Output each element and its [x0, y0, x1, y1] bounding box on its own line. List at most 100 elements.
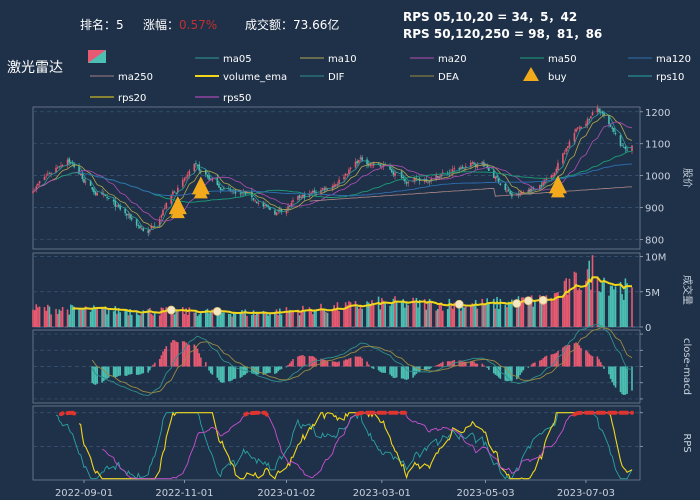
- volume-bar: [320, 303, 322, 327]
- macd-histogram-bar: [483, 365, 485, 367]
- macd-histogram-bar: [578, 345, 581, 367]
- volume-bar: [228, 313, 230, 327]
- macd-panel: close-macd: [32, 323, 692, 404]
- macd-histogram-bar: [102, 366, 105, 382]
- macd-histogram-bar: [219, 366, 222, 383]
- macd-histogram-bar: [298, 355, 301, 367]
- volume-ytick-label: 5M: [645, 288, 660, 299]
- stock-chart: 排名：5 涨幅：0.57% 成交额：73.66亿 RPS 05,10,20 = …: [7, 10, 694, 499]
- candle-body: [609, 124, 612, 127]
- macd-histogram-bar: [211, 366, 214, 375]
- macd-histogram-bar: [381, 366, 383, 373]
- macd-histogram-bar: [598, 359, 600, 367]
- macd-histogram-bar: [160, 355, 163, 367]
- macd-histogram-bar: [274, 366, 276, 374]
- candle-body: [596, 107, 599, 113]
- candle-body: [102, 194, 105, 196]
- candle-body: [321, 188, 324, 190]
- legend: ma05 ma10 ma20 ma50 ma120 ma250 volume_ema DIF D…: [88, 50, 691, 104]
- candle-body: [371, 164, 373, 166]
- candle-body: [288, 206, 291, 208]
- candle-body: [239, 192, 242, 194]
- macd-histogram-bar: [162, 351, 164, 367]
- candle-body: [458, 168, 461, 170]
- macd-histogram-bar: [241, 366, 243, 377]
- volume-bar: [315, 309, 317, 327]
- volume-bar: [66, 309, 69, 327]
- volume-highlight-dot: [523, 296, 533, 306]
- macd-histogram-bar: [608, 366, 610, 375]
- macd-histogram-bar: [527, 366, 530, 368]
- volume-bar: [404, 307, 406, 327]
- volume-bar: [586, 269, 589, 327]
- candle-body: [60, 165, 62, 167]
- volume-bar: [563, 280, 566, 327]
- volume-bar: [173, 314, 176, 327]
- candle-body: [107, 197, 110, 199]
- x-tick-label: 2023-01-02: [257, 488, 315, 499]
- macd-histogram-bar: [177, 342, 179, 367]
- macd-histogram-bar: [520, 366, 523, 373]
- candle-body: [578, 127, 581, 129]
- macd-histogram-bar: [613, 366, 615, 386]
- macd-histogram-bar: [275, 366, 278, 374]
- volume-bar: [117, 308, 120, 327]
- macd-histogram-bar: [346, 359, 349, 367]
- candle-body: [135, 219, 138, 226]
- volume-bar: [326, 312, 329, 327]
- volume-bar: [405, 302, 408, 327]
- macd-histogram-bar: [481, 363, 484, 367]
- volume-bar: [274, 311, 276, 327]
- volume-bar: [290, 310, 293, 327]
- rps-strong-marker: [578, 410, 583, 415]
- volume-bar: [298, 315, 301, 327]
- rps-strong-marker: [394, 410, 399, 415]
- volume-bar: [195, 311, 197, 327]
- volume-bar: [153, 312, 156, 327]
- volume-bar: [471, 303, 474, 327]
- volume-bar: [573, 271, 576, 327]
- legend-label-ma250: ma250: [118, 72, 153, 83]
- volume-bar: [379, 309, 382, 327]
- macd-histogram-bar: [310, 356, 312, 367]
- candle-body: [61, 165, 64, 166]
- macd-histogram-bar: [619, 366, 622, 393]
- macd-histogram-bar: [576, 343, 579, 367]
- candle-body: [137, 225, 140, 227]
- macd-histogram-bar: [580, 347, 582, 367]
- ma20-line: [32, 121, 633, 222]
- macd-histogram-bar: [390, 366, 393, 377]
- candle-body: [471, 162, 474, 164]
- price-ytick-label: 800: [645, 235, 664, 246]
- candle-body: [48, 173, 51, 174]
- volume-bar: [598, 291, 600, 327]
- candle-body: [153, 225, 156, 227]
- macd-histogram-bar: [107, 366, 110, 378]
- macd-histogram-bar: [170, 342, 173, 367]
- rps-strong-marker: [602, 410, 607, 415]
- candle-body: [160, 215, 163, 218]
- price-ytick-label: 1200: [645, 108, 670, 119]
- legend-label-volume_ema: volume_ema: [223, 72, 287, 83]
- candle-body: [186, 174, 189, 177]
- candle-body: [162, 209, 164, 216]
- macd-histogram-bar: [392, 366, 395, 378]
- macd-histogram-bar: [601, 365, 604, 367]
- volume-bar: [389, 305, 391, 327]
- price-ytick-label: 900: [645, 204, 664, 215]
- volume-bar: [395, 301, 398, 327]
- volume-bar: [107, 309, 110, 327]
- candle-body: [588, 119, 591, 121]
- volume-bar: [135, 311, 138, 327]
- volume-bar: [234, 313, 237, 327]
- macd-histogram-bar: [585, 350, 587, 367]
- macd-histogram-bar: [287, 364, 289, 367]
- volume-bar: [534, 301, 536, 327]
- candle-body: [279, 209, 281, 211]
- volume-bar: [55, 308, 57, 327]
- macd-histogram-bar: [200, 357, 202, 367]
- candle-body: [275, 212, 278, 216]
- volume-bar: [550, 297, 553, 327]
- volume-ytick-label: 10M: [645, 253, 666, 264]
- rps-summary-short: RPS 05,10,20 = 34，5，42: [403, 10, 577, 24]
